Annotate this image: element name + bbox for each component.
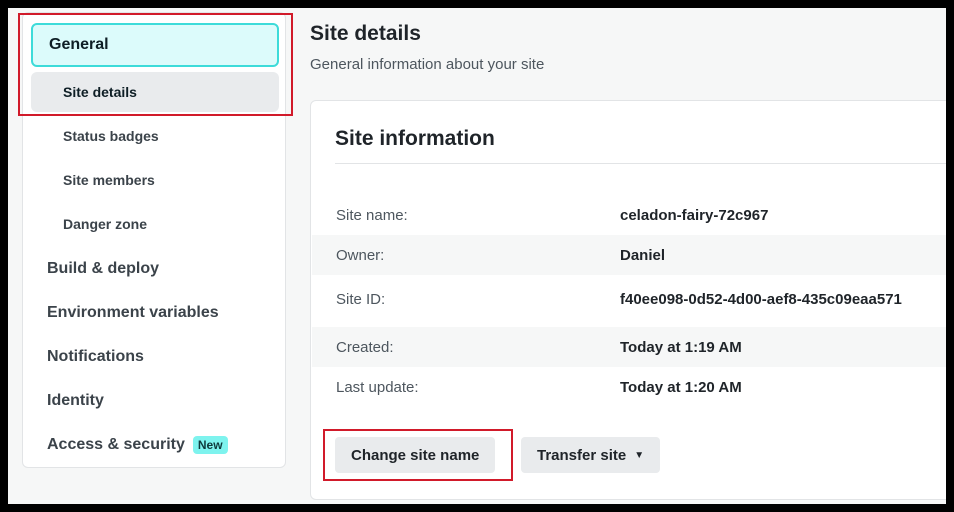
button-label: Transfer site [537, 446, 627, 464]
page-title: Site details [310, 22, 421, 45]
card-title: Site information [335, 127, 495, 150]
sidebar-item-access-security[interactable]: Access & security New [31, 425, 279, 465]
transfer-site-button[interactable]: Transfer site ▼ [521, 437, 661, 473]
highlight-box-change-site-name [323, 429, 513, 481]
info-label: Owner: [336, 246, 385, 264]
sidebar-item-identity[interactable]: Identity [31, 381, 279, 421]
info-value: celadon-fairy-72c967 [620, 206, 769, 224]
chevron-down-icon: ▼ [634, 449, 645, 461]
info-row-site-id: Site ID: f40ee098-0d52-4d00-aef8-435c09e… [312, 279, 946, 319]
page-subtitle: General information about your site [310, 56, 545, 73]
sidebar-item-label: Environment variables [47, 304, 219, 321]
sidebar-item-label: Site members [63, 172, 155, 188]
sidebar-item-notifications[interactable]: Notifications [31, 337, 279, 377]
sidebar-item-label: Status badges [63, 128, 159, 144]
sidebar-item-label: Identity [47, 392, 104, 409]
info-value: Daniel [620, 246, 666, 264]
info-label: Site ID: [336, 290, 386, 308]
sidebar-item-label: Notifications [47, 348, 144, 365]
info-label: Last update: [336, 378, 419, 396]
sidebar-item-build-deploy[interactable]: Build & deploy [31, 249, 279, 289]
new-badge: New [192, 436, 228, 454]
sidebar-subitem-status-badges[interactable]: Status badges [31, 116, 279, 156]
info-value: Today at 1:19 AM [620, 338, 742, 356]
info-row-created: Created: Today at 1:19 AM [312, 327, 946, 367]
sidebar-item-label: Build & deploy [47, 260, 159, 277]
divider [335, 163, 946, 164]
info-row-site-name: Site name: celadon-fairy-72c967 [312, 195, 946, 235]
sidebar-item-environment-variables[interactable]: Environment variables [31, 293, 279, 333]
sidebar-item-label: Danger zone [63, 216, 148, 232]
info-row-last-update: Last update: Today at 1:20 AM [312, 367, 946, 407]
info-label: Created: [336, 338, 394, 356]
info-value: f40ee098-0d52-4d00-aef8-435c09eaa571 [620, 290, 902, 308]
info-row-owner: Owner: Daniel [312, 235, 946, 275]
info-label: Site name: [336, 206, 408, 224]
sidebar-item-label: Access & security [47, 436, 185, 453]
info-value: Today at 1:20 AM [620, 378, 742, 396]
app-window: General Site details Status badges Site … [8, 8, 946, 504]
sidebar-subitem-site-members[interactable]: Site members [31, 160, 279, 200]
sidebar-subitem-danger-zone[interactable]: Danger zone [31, 204, 279, 244]
highlight-box-general [18, 13, 293, 116]
